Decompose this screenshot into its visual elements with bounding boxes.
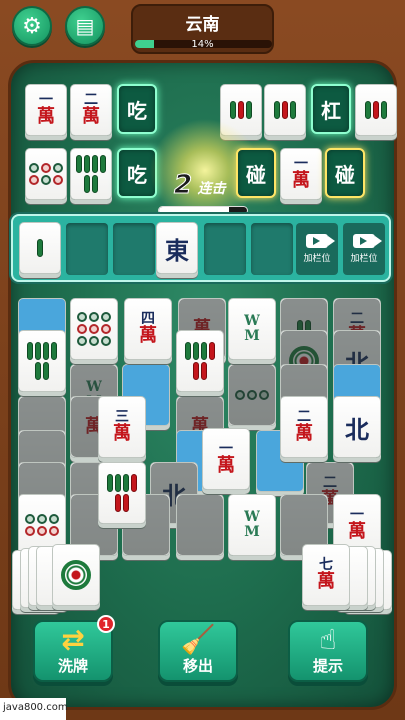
bamboo-icon bbox=[107, 474, 137, 512]
peng-badge-2: 碰 bbox=[325, 148, 365, 198]
slot-tile-east[interactable]: 東 bbox=[156, 222, 198, 274]
board-tile-dots[interactable] bbox=[70, 298, 118, 360]
settings-button[interactable]: ⚙ bbox=[12, 6, 52, 46]
board-tile-wan-one[interactable]: 一 萬 bbox=[202, 428, 250, 490]
slot-tile-bamboo[interactable] bbox=[19, 222, 61, 274]
meld-tile-dots-1 bbox=[25, 148, 67, 200]
meld-tile-bamboo-4 bbox=[70, 148, 112, 200]
add-slot-button-2[interactable]: 加栏位 bbox=[343, 223, 385, 275]
bamboo-icon bbox=[270, 101, 300, 119]
shuffle-button[interactable]: ⇄ 洗牌 1 bbox=[33, 615, 115, 682]
board-tile-wan-three[interactable]: 三 萬 bbox=[98, 396, 146, 458]
bamboo-icon bbox=[361, 101, 391, 119]
dots-icon bbox=[29, 163, 63, 185]
video-camera-icon bbox=[353, 234, 382, 248]
add-slot-button-1[interactable]: 加栏位 bbox=[296, 223, 338, 275]
tile-number: 一 bbox=[294, 156, 308, 172]
flower-icon: WM bbox=[244, 313, 260, 344]
tile-wan: 萬 bbox=[82, 106, 100, 127]
remove-label: 移出 bbox=[182, 657, 213, 675]
combo-label: 2 连击 bbox=[173, 170, 244, 201]
meld-tile-wan-3: 一 萬 bbox=[280, 148, 322, 200]
board-tile-covered bbox=[176, 494, 224, 556]
level-progress-text: 14% bbox=[191, 39, 214, 50]
add-slot-label: 加栏位 bbox=[350, 254, 378, 264]
level-title: 云南 bbox=[185, 15, 220, 35]
level-header: 云南 14% bbox=[131, 4, 274, 54]
gear-icon: ⚙ bbox=[22, 13, 42, 39]
board-tile-bamboo[interactable] bbox=[18, 330, 66, 392]
empty-slot bbox=[251, 223, 293, 275]
meld-tile-wan-1: 一 萬 bbox=[25, 84, 67, 136]
tile-wan: 萬 bbox=[113, 423, 131, 444]
tile-number: 二 bbox=[84, 92, 98, 108]
board-tile-wan-two[interactable]: 二 萬 bbox=[280, 396, 328, 458]
tile-number: 七 bbox=[319, 557, 333, 573]
tile-number: 二 bbox=[323, 475, 337, 491]
board-tile-north[interactable]: 北 bbox=[333, 396, 381, 458]
board-tile-flower-2[interactable]: WM bbox=[228, 494, 276, 556]
clipboard-icon: ▤ bbox=[75, 14, 95, 38]
tile-number: 三 bbox=[115, 409, 129, 425]
peng-badge: 碰 bbox=[236, 148, 276, 198]
tile-wan: 萬 bbox=[317, 571, 335, 592]
bamboo-icon bbox=[185, 342, 215, 380]
dots-icon bbox=[77, 312, 111, 346]
tile-wan: 萬 bbox=[37, 106, 55, 127]
empty-slot bbox=[204, 223, 246, 275]
meld-tile-bamboo-2 bbox=[264, 84, 306, 136]
combo-count: 2 bbox=[173, 170, 193, 201]
hint-label: 提示 bbox=[312, 657, 343, 675]
tile-number: 一 bbox=[350, 507, 364, 523]
circle-icon bbox=[61, 560, 91, 590]
shuffle-icon: ⇄ bbox=[61, 623, 85, 656]
tile-wind: 東 bbox=[165, 235, 189, 265]
board-tile-flower[interactable]: WM bbox=[228, 298, 276, 360]
bamboo-icon bbox=[76, 155, 106, 193]
board-tile-covered bbox=[228, 364, 276, 426]
combo-text: 连击 bbox=[197, 181, 226, 197]
hint-button[interactable]: ☝ 提示 bbox=[288, 620, 368, 682]
tile-number: 二 bbox=[297, 409, 311, 425]
left-stack-top-tile[interactable] bbox=[52, 544, 100, 606]
empty-slot bbox=[113, 223, 155, 275]
tile-number: 二 bbox=[350, 311, 364, 327]
tile-wan: 萬 bbox=[295, 423, 313, 444]
video-camera-icon bbox=[306, 234, 335, 248]
tasks-button[interactable]: ▤ bbox=[65, 6, 105, 46]
remove-button[interactable]: 🧹 移出 bbox=[158, 620, 238, 682]
tile-number: 四 bbox=[141, 311, 155, 327]
pointing-hand-icon: ☝ bbox=[319, 623, 337, 656]
empty-slot bbox=[66, 223, 108, 275]
tile-wind: 北 bbox=[345, 414, 369, 444]
dots-icon bbox=[235, 390, 269, 400]
tile-number: 一 bbox=[39, 92, 53, 108]
tile-number: 一 bbox=[219, 441, 233, 457]
shuffle-count-badge: 1 bbox=[97, 615, 115, 633]
bamboo-icon bbox=[25, 239, 55, 257]
dots-icon bbox=[25, 514, 59, 536]
tile-wan: 萬 bbox=[348, 521, 366, 542]
broom-icon: 🧹 bbox=[180, 623, 216, 656]
combo-timer-fill bbox=[159, 207, 230, 214]
flower-icon: WM bbox=[244, 509, 260, 540]
meld-tile-bamboo-3 bbox=[355, 84, 397, 136]
board-tile-bamboo-red-2[interactable] bbox=[98, 462, 146, 524]
gang-badge: 杠 bbox=[311, 84, 351, 134]
tile-wan: 萬 bbox=[292, 170, 310, 191]
tile-wan: 萬 bbox=[217, 455, 235, 476]
add-slot-label: 加栏位 bbox=[303, 254, 331, 264]
site-watermark: java800.com bbox=[0, 698, 68, 720]
right-stack-top-tile[interactable]: 七 萬 bbox=[302, 544, 350, 606]
shuffle-label: 洗牌 bbox=[57, 657, 88, 675]
meld-tile-wan-2: 二 萬 bbox=[70, 84, 112, 136]
tile-wan: 萬 bbox=[139, 325, 157, 346]
bamboo-icon bbox=[27, 342, 57, 380]
board-tile-wan-four[interactable]: 四 萬 bbox=[124, 298, 172, 360]
tile-slot-bar: 東 加栏位 加栏位 bbox=[11, 214, 391, 282]
board-tile-bamboo-red[interactable] bbox=[176, 330, 224, 392]
